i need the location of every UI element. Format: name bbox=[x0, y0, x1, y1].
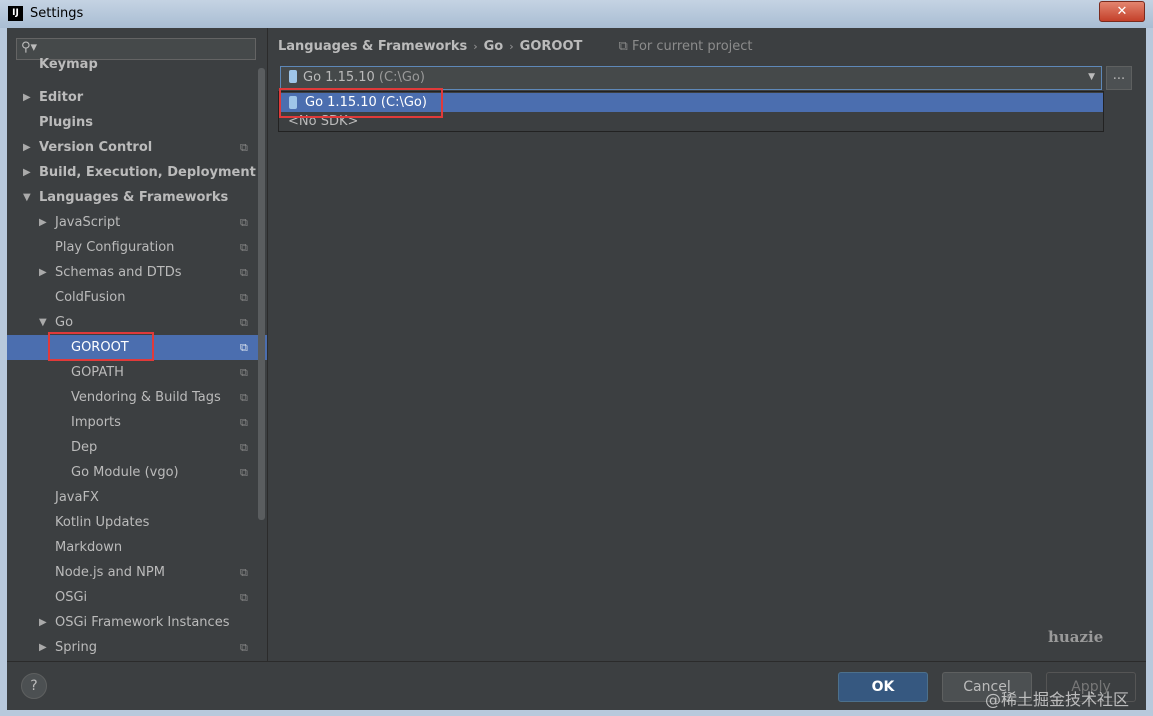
copy-icon: ⧉ bbox=[618, 39, 628, 54]
sidebar-item-label: Build, Execution, Deployment bbox=[39, 165, 256, 180]
project-scope-icon: ⧉ bbox=[240, 366, 248, 379]
window-title: Settings bbox=[30, 6, 84, 21]
ok-button[interactable]: OK bbox=[838, 672, 928, 702]
goroot-sdk-select[interactable]: Go 1.15.10 (C:\Go) ▼ bbox=[280, 66, 1102, 90]
sidebar-item-editor[interactable]: ▶ Editor bbox=[7, 85, 267, 110]
sidebar-item-label: Node.js and NPM bbox=[55, 565, 165, 580]
sidebar-item-play-configuration[interactable]: Play Configuration ⧉ bbox=[7, 235, 267, 260]
sidebar-item-label: Play Configuration bbox=[55, 240, 175, 255]
dialog-footer: ? OK Cancel Apply bbox=[7, 661, 1146, 710]
sidebar-item-spring[interactable]: ▶ Spring ⧉ bbox=[7, 635, 267, 660]
expand-right-icon[interactable]: ▶ bbox=[39, 210, 47, 235]
project-scope-icon: ⧉ bbox=[240, 141, 248, 154]
sidebar-item-kotlin-updates[interactable]: Kotlin Updates bbox=[7, 510, 267, 535]
window-titlebar: IJ Settings ✕ bbox=[0, 0, 1153, 28]
juejin-watermark: @稀土掘金技术社区 bbox=[985, 690, 1130, 709]
sidebar-item-label: ColdFusion bbox=[55, 290, 126, 305]
sidebar-item-label: Schemas and DTDs bbox=[55, 265, 182, 280]
chevron-down-icon: ▼ bbox=[1088, 72, 1095, 82]
sidebar-item-label: Keymap bbox=[39, 57, 98, 72]
scope-label: ⧉ For current project bbox=[618, 39, 753, 54]
sidebar-item-label: JavaScript bbox=[55, 215, 121, 230]
project-scope-icon: ⧉ bbox=[240, 241, 248, 254]
settings-content: Languages & Frameworks › Go › GOROOT ⧉ For c… bbox=[268, 28, 1146, 661]
sidebar-item-label: Plugins bbox=[39, 115, 93, 130]
expand-right-icon[interactable]: ▶ bbox=[39, 260, 47, 285]
help-button[interactable]: ? bbox=[21, 673, 47, 699]
project-scope-icon: ⧉ bbox=[240, 341, 248, 354]
sidebar-item-go-module-vgo[interactable]: Go Module (vgo) ⧉ bbox=[7, 460, 267, 485]
project-scope-icon: ⧉ bbox=[240, 566, 248, 579]
sidebar-item-build-execution-deployment[interactable]: ▶ Build, Execution, Deployment bbox=[7, 160, 267, 185]
sidebar-item-languages-frameworks[interactable]: ▼ Languages & Frameworks bbox=[7, 185, 267, 210]
expand-right-icon[interactable]: ▶ bbox=[23, 160, 31, 185]
breadcrumb-item: Go bbox=[483, 39, 504, 54]
highlight-box-goroot bbox=[48, 332, 154, 361]
sidebar-item-plugins[interactable]: Plugins bbox=[7, 110, 267, 135]
sidebar-item-label: Go Module (vgo) bbox=[71, 465, 179, 480]
project-scope-icon: ⧉ bbox=[240, 641, 248, 654]
watermark-text: huazie bbox=[1048, 628, 1104, 646]
expand-right-icon[interactable]: ▶ bbox=[23, 135, 31, 160]
sidebar-item-label: Spring bbox=[55, 640, 97, 655]
expand-down-icon[interactable]: ▼ bbox=[39, 310, 47, 335]
project-scope-icon: ⧉ bbox=[240, 466, 248, 479]
sidebar-item-label: Version Control bbox=[39, 140, 153, 155]
project-scope-icon: ⧉ bbox=[240, 291, 248, 304]
intellij-app-icon: IJ bbox=[8, 6, 23, 21]
sidebar-item-javafx[interactable]: JavaFX bbox=[7, 485, 267, 510]
sidebar-item-javascript[interactable]: ▶ JavaScript ⧉ bbox=[7, 210, 267, 235]
search-icon: ⚲▾ bbox=[21, 40, 38, 55]
expand-right-icon[interactable]: ▶ bbox=[39, 635, 47, 660]
browse-sdk-button[interactable]: ... bbox=[1106, 66, 1132, 90]
sidebar-item-coldfusion[interactable]: ColdFusion ⧉ bbox=[7, 285, 267, 310]
sidebar-item-label: Dep bbox=[71, 440, 98, 455]
breadcrumb-item: GOROOT bbox=[519, 39, 583, 54]
sidebar-item-osgi[interactable]: OSGi ⧉ bbox=[7, 585, 267, 610]
sidebar-item-imports[interactable]: Imports ⧉ bbox=[7, 410, 267, 435]
highlight-box-sdk bbox=[279, 88, 443, 118]
sidebar-item-gopath[interactable]: GOPATH ⧉ bbox=[7, 360, 267, 385]
project-scope-icon: ⧉ bbox=[240, 391, 248, 404]
sidebar-item-label: Editor bbox=[39, 90, 84, 105]
project-scope-icon: ⧉ bbox=[240, 216, 248, 229]
breadcrumb-item: Languages & Frameworks bbox=[278, 39, 468, 54]
chevron-right-icon: › bbox=[473, 40, 478, 53]
sidebar-item-label: OSGi Framework Instances bbox=[55, 615, 230, 630]
project-scope-icon: ⧉ bbox=[240, 266, 248, 279]
sidebar-item-vendoring-build-tags[interactable]: Vendoring & Build Tags ⧉ bbox=[7, 385, 267, 410]
sdk-selected-value: Go 1.15.10 (C:\Go) bbox=[303, 70, 425, 85]
sidebar-item-label: Kotlin Updates bbox=[55, 515, 150, 530]
sidebar-item-schemas-and-dtds[interactable]: ▶ Schemas and DTDs ⧉ bbox=[7, 260, 267, 285]
chevron-right-icon: › bbox=[509, 40, 514, 53]
project-scope-icon: ⧉ bbox=[240, 316, 248, 329]
sidebar-item-keymap[interactable]: Keymap bbox=[7, 56, 267, 74]
project-scope-icon: ⧉ bbox=[240, 441, 248, 454]
sidebar-item-label: Languages & Frameworks bbox=[39, 190, 229, 205]
sidebar-item-label: Imports bbox=[71, 415, 121, 430]
expand-down-icon[interactable]: ▼ bbox=[23, 185, 31, 210]
breadcrumb: Languages & Frameworks › Go › GOROOT ⧉ For c… bbox=[278, 39, 753, 54]
project-scope-icon: ⧉ bbox=[240, 416, 248, 429]
sidebar-item-label: GOPATH bbox=[71, 365, 124, 380]
sidebar-scrollbar[interactable] bbox=[258, 68, 265, 520]
project-scope-icon: ⧉ bbox=[240, 591, 248, 604]
expand-right-icon[interactable]: ▶ bbox=[39, 610, 47, 635]
sidebar-item-osgi-framework-instances[interactable]: ▶ OSGi Framework Instances bbox=[7, 610, 267, 635]
sidebar-item-label: Vendoring & Build Tags bbox=[71, 390, 221, 405]
sidebar-item-label: JavaFX bbox=[55, 490, 99, 505]
expand-right-icon[interactable]: ▶ bbox=[23, 85, 31, 110]
close-window-button[interactable]: ✕ bbox=[1099, 1, 1145, 22]
sidebar-item-markdown[interactable]: Markdown bbox=[7, 535, 267, 560]
sidebar-item-node-js-and-npm[interactable]: Node.js and NPM ⧉ bbox=[7, 560, 267, 585]
sidebar-item-label: Markdown bbox=[55, 540, 123, 555]
sidebar-item-label: OSGi bbox=[55, 590, 88, 605]
go-sdk-icon bbox=[289, 70, 297, 83]
sidebar-item-dep[interactable]: Dep ⧉ bbox=[7, 435, 267, 460]
sidebar-item-version-control[interactable]: ▶ Version Control ⧉ bbox=[7, 135, 267, 160]
